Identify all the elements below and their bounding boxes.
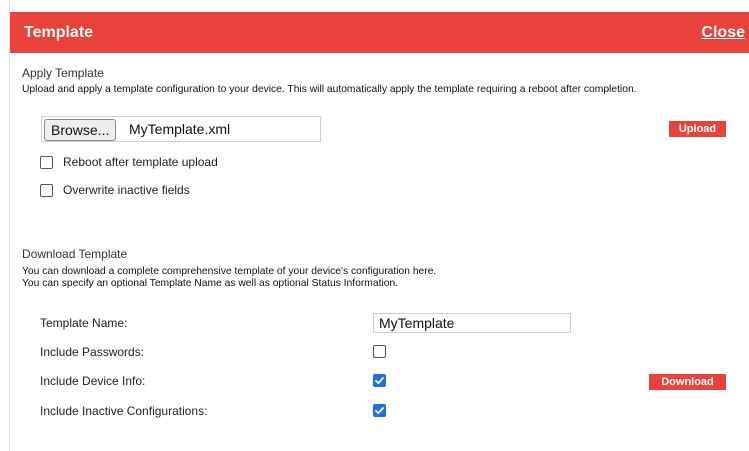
left-divider — [9, 0, 10, 451]
overwrite-option-label: Overwrite inactive fields — [63, 183, 190, 197]
apply-template-description: Upload and apply a template configuratio… — [22, 84, 637, 95]
template-name-label: Template Name: — [40, 316, 128, 330]
selected-file-name: MyTemplate.xml — [129, 121, 231, 137]
file-input[interactable]: Browse... MyTemplate.xml — [41, 116, 321, 142]
download-description-line1: You can download a complete comprehensiv… — [22, 266, 437, 277]
include-passwords-checkbox[interactable] — [373, 345, 386, 358]
apply-template-heading: Apply Template — [22, 66, 104, 80]
reboot-checkbox[interactable] — [40, 156, 53, 169]
include-device-info-label: Include Device Info: — [40, 374, 146, 388]
include-inactive-configs-label: Include Inactive Configurations: — [40, 404, 208, 418]
checkmark-icon — [375, 377, 384, 385]
close-link[interactable]: Close — [701, 24, 745, 42]
include-inactive-configs-checkbox[interactable] — [373, 404, 386, 417]
checkmark-icon — [375, 407, 384, 415]
browse-button[interactable]: Browse... — [44, 119, 117, 141]
overwrite-checkbox[interactable] — [40, 184, 53, 197]
include-device-info-checkbox[interactable] — [373, 374, 386, 387]
template-dialog: Template Close Apply Template Upload and… — [0, 0, 749, 451]
title-bar: Template Close — [10, 12, 749, 53]
download-button[interactable]: Download — [649, 374, 726, 390]
download-template-heading: Download Template — [22, 247, 128, 261]
download-description-line2: You can specify an optional Template Nam… — [22, 278, 399, 289]
reboot-option-label: Reboot after template upload — [63, 155, 218, 169]
upload-button[interactable]: Upload — [669, 121, 726, 137]
include-passwords-label: Include Passwords: — [40, 345, 145, 359]
template-name-input[interactable] — [373, 313, 571, 333]
dialog-title: Template — [24, 24, 94, 41]
